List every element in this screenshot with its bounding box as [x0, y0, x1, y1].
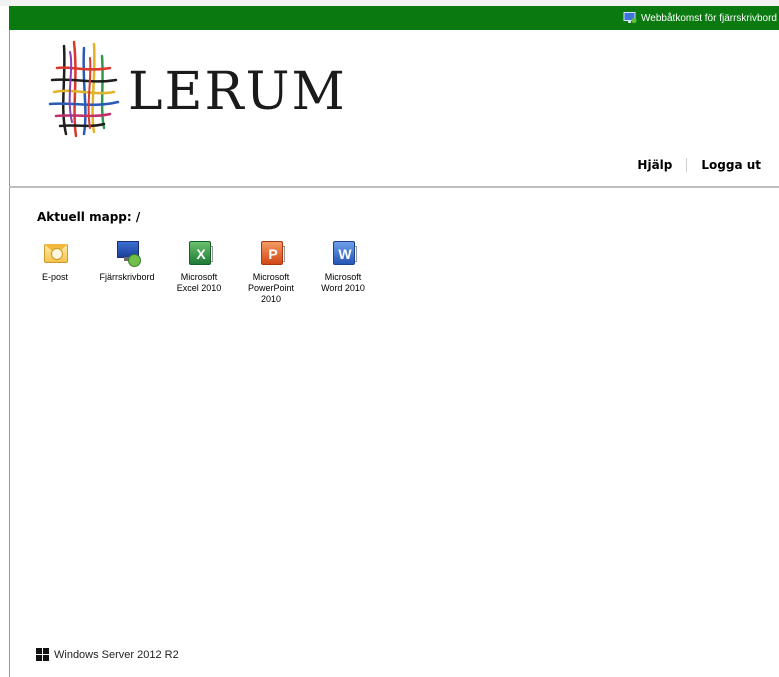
app-item-epost[interactable]: E-post: [20, 238, 90, 305]
word-icon: W: [329, 238, 357, 266]
app-item-powerpoint[interactable]: P Microsoft PowerPoint 2010: [236, 238, 306, 305]
current-folder-label: Aktuell mapp: /: [37, 210, 141, 224]
app-item-remote-desktop[interactable]: Fjärrskrivbord: [92, 238, 162, 305]
footer-text: Windows Server 2012 R2: [54, 648, 179, 661]
remote-desktop-icon: [113, 238, 141, 267]
logout-link[interactable]: Logga ut: [701, 158, 761, 172]
app-item-word[interactable]: W Microsoft Word 2010: [308, 238, 378, 305]
app-label: Microsoft PowerPoint 2010: [247, 272, 295, 304]
app-label: E-post: [41, 272, 68, 282]
app-item-excel[interactable]: X Microsoft Excel 2010: [164, 238, 234, 305]
app-label: Microsoft Excel 2010: [176, 272, 222, 293]
excel-icon: X: [185, 238, 213, 266]
windows-logo-icon: [36, 648, 50, 661]
nav-separator: [686, 158, 688, 172]
powerpoint-icon: P: [257, 238, 285, 266]
app-list: E-post Fjärrskrivbord X Microsoft Excel …: [20, 238, 380, 305]
header-divider: [9, 186, 779, 188]
help-link[interactable]: Hjälp: [637, 158, 672, 172]
app-label: Microsoft Word 2010: [321, 272, 365, 293]
top-navigation: Hjälp Logga ut: [637, 158, 761, 172]
outlook-envelope-icon: [41, 238, 69, 266]
app-label: Fjärrskrivbord: [99, 272, 155, 282]
footer: Windows Server 2012 R2: [36, 648, 179, 661]
title-bar: Webbåtkomst för fjärrskrivbord: [9, 6, 779, 30]
lerum-weave-logo: [44, 38, 122, 138]
window-title: Webbåtkomst för fjärrskrivbord: [641, 12, 777, 24]
window-left-border: [9, 30, 10, 677]
brand-name: LERUM: [128, 62, 347, 122]
remote-desktop-icon: [623, 12, 637, 24]
